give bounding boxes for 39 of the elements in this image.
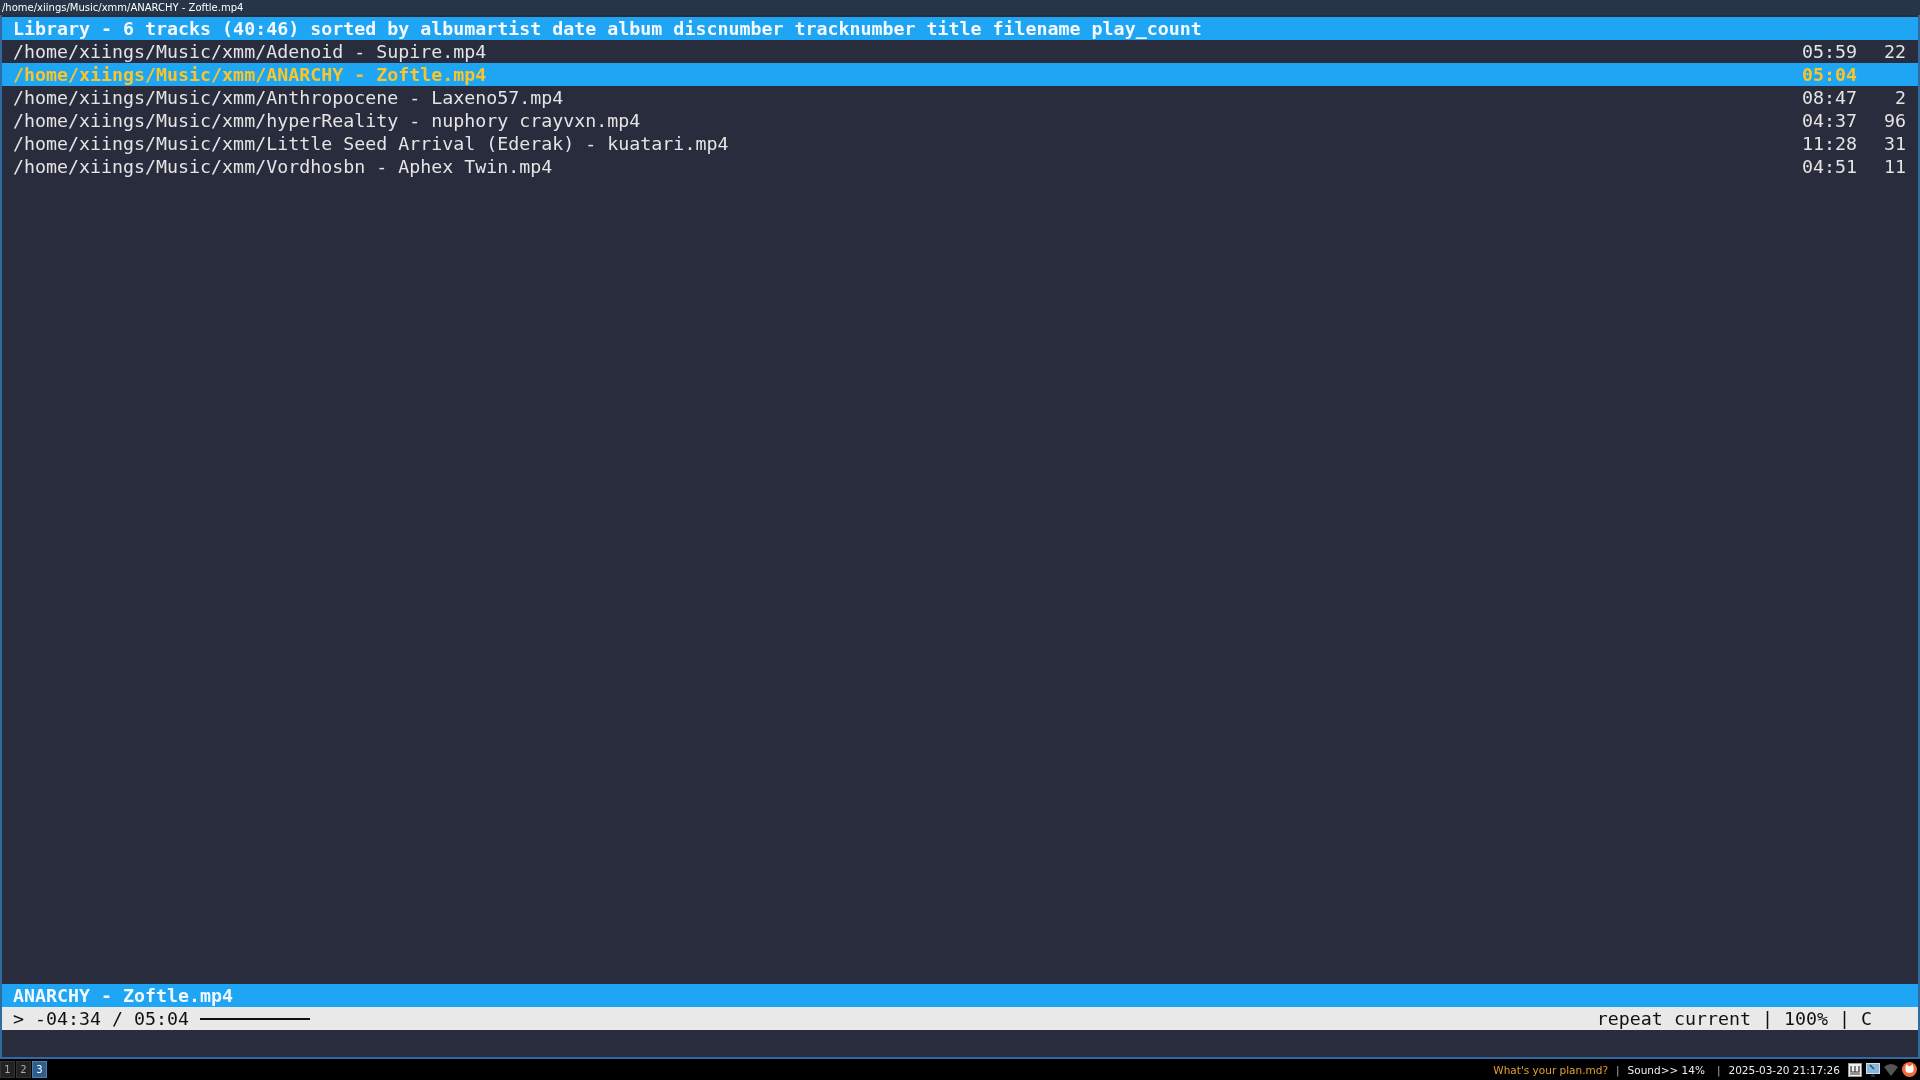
now-playing-title: ANARCHY - Zoftle.mp4 (2, 984, 1918, 1007)
track-path: /home/xiings/Music/xmm/Anthropocene - Laxeno57.mp4 (13, 86, 565, 109)
play-count: 2 (1895, 87, 1906, 108)
keyboard-icon[interactable] (1848, 1062, 1862, 1077)
separator: | (1716, 1063, 1721, 1076)
separator: | (1616, 1063, 1620, 1076)
track-row[interactable]: /home/xiings/Music/xmm/Little Seed Arrival (Ederak) - kuatari.mp4 11:28 31 (2, 132, 1918, 155)
library-header: Library - 6 tracks (40:46) sorted by albumartist date album discnumber tracknumber title filename play_count (2, 17, 1918, 40)
track-row[interactable]: /home/xiings/Music/xmm/Anthropocene - Laxeno57.mp4 08:47 2 (2, 86, 1918, 109)
track-duration: 04:37 (1802, 109, 1859, 132)
play-count: 31 (1884, 133, 1906, 154)
track-row[interactable]: /home/xiings/Music/xmm/Vordhosbn - Aphex Twin.mp4 04:51 11 (2, 155, 1918, 178)
track-duration: 11:28 (1802, 132, 1859, 155)
window-title: /home/xiings/Music/xmm/ANARCHY - Zoftle.mp4 (2, 2, 244, 13)
track-path: /home/xiings/Music/xmm/Adenoid - Supire.mp4 (13, 40, 488, 63)
track-path: /home/xiings/Music/xmm/Vordhosbn - Aphex Twin.mp4 (13, 155, 554, 178)
workspace-button[interactable]: 1 (0, 1061, 15, 1078)
track-path: /home/xiings/Music/xmm/hyperReality - nuphory crayvxn.mp4 (13, 109, 642, 132)
status-text: 2025-03-20 21:17:26 (1728, 1063, 1840, 1076)
track-path: /home/xiings/Music/xmm/Little Seed Arrival (Ederak) - kuatari.mp4 (13, 132, 730, 155)
playback-position: -04:34 / 05:04 (35, 1007, 190, 1030)
track-duration: 05:04 (1802, 63, 1859, 86)
workspace-button[interactable]: 3 (32, 1061, 47, 1078)
monitor-icon[interactable] (1866, 1062, 1880, 1077)
track-duration: 08:47 (1802, 86, 1859, 109)
track-path: /home/xiings/Music/xmm/ANARCHY - Zoftle.mp4 (13, 63, 488, 86)
play-state: > (13, 1007, 24, 1030)
track-row[interactable]: /home/xiings/Music/xmm/Adenoid - Supire.mp4 05:59 22 (2, 40, 1918, 63)
play-count: 11 (1884, 156, 1906, 177)
track-row[interactable]: /home/xiings/Music/xmm/hyperReality - nuphory crayvxn.mp4 04:37 96 (2, 109, 1918, 132)
play-count: 22 (1884, 41, 1906, 62)
track-duration: 05:59 (1802, 40, 1859, 63)
playback-mode: repeat current | 100% | C (1596, 1007, 1872, 1030)
workspace-button[interactable]: 2 (16, 1061, 31, 1078)
play-count: 96 (1884, 110, 1906, 131)
note-status: What's your plan.md? (1493, 1063, 1609, 1076)
cat-icon[interactable] (1902, 1062, 1917, 1077)
track-duration: 04:51 (1802, 155, 1859, 178)
status-text: Sound>> 14% (1627, 1063, 1705, 1076)
